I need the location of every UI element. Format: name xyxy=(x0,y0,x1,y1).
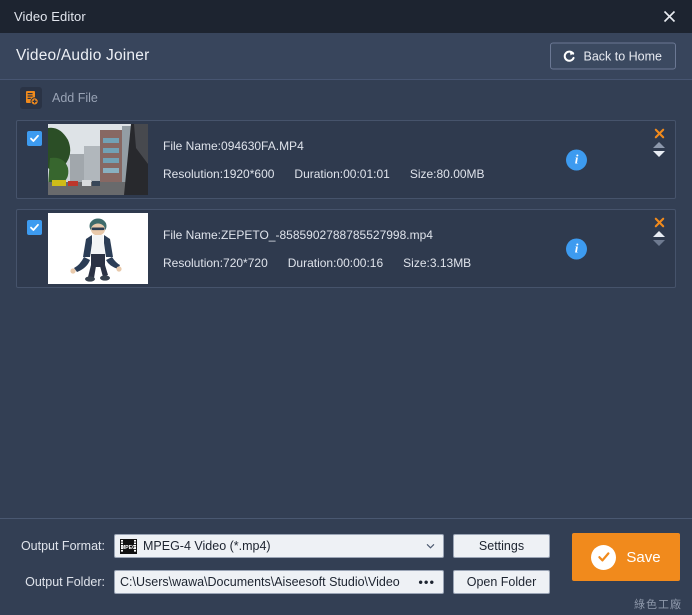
browse-folder-button[interactable]: ••• xyxy=(418,576,435,589)
open-folder-button[interactable]: Open Folder xyxy=(453,570,550,594)
save-label: Save xyxy=(626,548,661,566)
close-icon xyxy=(654,128,664,139)
bottom-bar: Output Format: MPEG MPEG-4 Video (*.mp4) xyxy=(0,518,692,615)
close-icon xyxy=(654,217,664,228)
add-file-label: Add File xyxy=(52,91,98,105)
move-up-button[interactable] xyxy=(653,231,665,237)
file-thumbnail xyxy=(48,124,148,195)
move-down-button[interactable] xyxy=(653,151,665,157)
output-format-label: Output Format: xyxy=(20,539,105,553)
file-duration: Duration:00:00:16 xyxy=(287,255,384,270)
file-name: File Name:094630FA.MP4 xyxy=(163,138,304,153)
video-editor-window: Video Editor Video/Audio Joiner Back to … xyxy=(0,0,692,615)
output-format-value: MPEG-4 Video (*.mp4) xyxy=(143,539,271,553)
title-bar: Video Editor xyxy=(0,0,692,33)
back-to-home-label: Back to Home xyxy=(583,49,662,63)
window-title: Video Editor xyxy=(14,9,86,24)
output-folder-row: Output Folder: C:\Users\wawa\Documents\A… xyxy=(16,570,550,594)
output-format-row: Output Format: MPEG MPEG-4 Video (*.mp4) xyxy=(16,534,550,558)
check-icon xyxy=(598,552,610,562)
zepeto-avatar-photo xyxy=(48,213,148,284)
add-file-row[interactable]: Add File xyxy=(0,80,692,116)
file-info: File Name:094630FA.MP4 Resolution:1920*6… xyxy=(163,139,485,181)
page-header: Video/Audio Joiner Back to Home xyxy=(0,33,692,80)
save-button[interactable]: Save xyxy=(572,533,680,581)
mpeg-film-icon: MPEG xyxy=(120,538,137,554)
file-checkbox[interactable] xyxy=(27,131,42,146)
file-specs: Resolution:1920*600 Duration:00:01:01 Si… xyxy=(163,167,485,181)
file-checkbox[interactable] xyxy=(27,220,42,235)
file-size: Size:3.13MB xyxy=(403,255,472,270)
window-close-button[interactable] xyxy=(646,0,692,33)
add-file-icon[interactable] xyxy=(20,87,42,109)
row-tools xyxy=(653,128,665,157)
file-name: File Name:ZEPETO_-8585902788785527998.mp… xyxy=(163,227,433,242)
table-row[interactable]: File Name:ZEPETO_-8585902788785527998.mp… xyxy=(16,209,676,288)
redo-arrow-icon xyxy=(564,50,576,62)
settings-button[interactable]: Settings xyxy=(453,534,550,558)
file-specs: Resolution:720*720 Duration:00:00:16 Siz… xyxy=(163,256,471,270)
back-to-home-button[interactable]: Back to Home xyxy=(550,42,676,70)
file-thumbnail xyxy=(48,213,148,284)
output-folder-label: Output Folder: xyxy=(25,575,105,589)
close-icon xyxy=(663,10,675,23)
remove-file-button[interactable] xyxy=(654,217,665,228)
chevron-down-icon xyxy=(426,544,435,549)
move-up-button[interactable] xyxy=(653,142,665,148)
move-down-button[interactable] xyxy=(653,240,665,246)
city-street-photo xyxy=(48,124,148,195)
check-circle-icon xyxy=(591,544,617,570)
check-icon xyxy=(30,223,39,231)
page-title: Video/Audio Joiner xyxy=(16,47,150,64)
file-resolution: Resolution:1920*600 xyxy=(163,166,275,181)
file-size: Size:80.00MB xyxy=(409,166,485,181)
file-list: File Name:094630FA.MP4 Resolution:1920*6… xyxy=(16,120,676,288)
file-info-button[interactable]: i xyxy=(566,238,587,259)
file-info: File Name:ZEPETO_-8585902788785527998.mp… xyxy=(163,228,471,270)
file-info-button[interactable]: i xyxy=(566,149,587,170)
file-resolution: Resolution:720*720 xyxy=(163,255,268,270)
row-tools xyxy=(653,217,665,246)
remove-file-button[interactable] xyxy=(654,128,665,139)
file-duration: Duration:00:01:01 xyxy=(294,166,390,181)
add-file-glyph-icon xyxy=(25,91,39,106)
check-icon xyxy=(30,134,39,142)
output-folder-input[interactable]: C:\Users\wawa\Documents\Aiseesoft Studio… xyxy=(114,570,444,594)
svg-text:MPEG: MPEG xyxy=(121,545,136,551)
output-format-select[interactable]: MPEG MPEG-4 Video (*.mp4) xyxy=(114,534,444,558)
table-row[interactable]: File Name:094630FA.MP4 Resolution:1920*6… xyxy=(16,120,676,199)
output-folder-value: C:\Users\wawa\Documents\Aiseesoft Studio… xyxy=(120,575,400,589)
watermark: 綠色工廠 xyxy=(634,598,682,611)
